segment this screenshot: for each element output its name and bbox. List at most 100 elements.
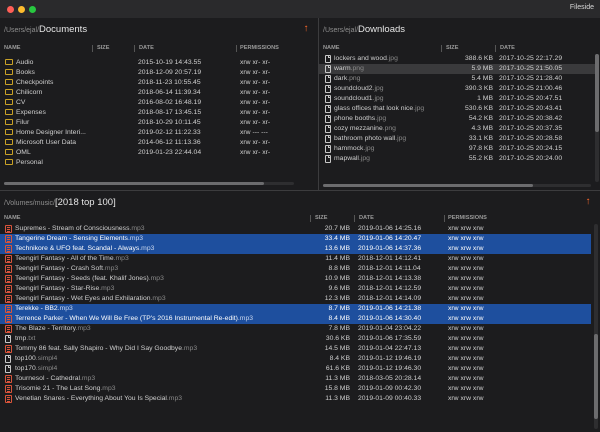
downloads-col-name[interactable]: NAME [323,45,339,51]
app-title: Fileside [569,4,594,11]
table-row[interactable]: bathroom photo wall.jpg 33.1 KB 2017-10-25… [319,134,595,144]
downloads-path-prefix[interactable]: /Users/ejal/ [323,27,358,34]
file-name: The Blaze - Territory.mp3 [15,325,307,332]
table-row[interactable]: top100.simpl4 8.4 KB 2019-01-12 19:46.19 xr… [0,354,591,364]
file-size: 530.6 KB [465,105,493,112]
table-row[interactable]: top170.simpl4 61.6 KB 2019-01-12 19:46.30 x… [0,364,591,374]
table-row[interactable]: Teengirl Fantasy - Wet Eyes and Exhilara… [0,294,591,304]
file-extension: .png [350,65,364,72]
music-path-prefix[interactable]: /Volumes/music/ [4,200,55,207]
file-extension: .mp3 [127,235,144,242]
file-base-name: warm [334,65,351,72]
file-date: 2018-06-14 11:39.34 [138,89,201,96]
folder-icon [5,109,13,115]
table-row[interactable]: Supremes - Stream of Consciousness.mp3 20… [0,224,591,234]
downloads-hscrollbar[interactable] [323,184,591,187]
file-date: 2018-03-05 20:28.14 [358,375,422,382]
table-row[interactable]: OML 2019-01-23 22:44.04 xrw xr- xr- [0,148,318,158]
file-name: Filur [16,119,30,126]
music-col-size[interactable]: SIZE [315,215,327,221]
table-row[interactable]: Checkpoints 2018-11-23 10:55.45 xrw xr- xr… [0,78,318,88]
music-vscrollbar[interactable] [594,224,598,429]
music-path-current[interactable]: [2018 top 100] [55,197,116,208]
documents-col-date[interactable]: DATE [139,45,154,51]
music-file-icon [5,305,12,313]
table-row[interactable]: mapwall.jpg 55.2 KB 2017-10-25 20:24.00 [319,154,595,164]
downloads-vscrollbar[interactable] [595,54,599,182]
documents-col-size[interactable]: SIZE [97,45,109,51]
file-date: 2018-12-01 14:14.09 [358,295,422,302]
file-extension: .mp3 [166,395,183,402]
table-row[interactable]: Tangerine Dream - Sensing Elements.mp3 33… [0,234,591,244]
music-file-icon [5,225,12,233]
file-base-name: top170 [15,365,36,372]
close-window-button[interactable] [7,6,14,13]
table-row[interactable]: Teengirl Fantasy - All of the Time.mp3 11… [0,254,591,264]
table-row[interactable]: Venetian Snares - Everything About You I… [0,394,591,404]
table-row[interactable]: Chilicorn 2018-06-14 11:39.34 xrw xr- xr- [0,88,318,98]
table-row[interactable]: Teengirl Fantasy - Star-Rise.mp3 9.6 MB 20… [0,284,591,294]
table-row[interactable]: Tommy 86 feat. Sally Shapiro - Why Did I… [0,344,591,354]
image-file-icon [325,65,331,73]
file-name: hammock.jpg [334,145,440,152]
file-size: 388.6 KB [465,55,493,62]
file-permissions: xrw xrw xrw [448,315,484,322]
minimize-window-button[interactable] [18,6,25,13]
table-row[interactable]: Trisomie 21 - The Last Song.mp3 15.8 MB 20… [0,384,591,394]
table-row[interactable]: phone booths.jpg 54.2 KB 2017-10-25 20:38.… [319,114,595,124]
file-date: 2017-10-25 21:28.40 [499,75,563,82]
table-row[interactable]: tmp.txt 30.6 KB 2019-01-06 17:35.59 xrw xrw… [0,334,591,344]
table-row[interactable]: cozy mezzanine.png 4.3 MB 2017-10-25 20:37… [319,124,595,134]
music-col-perms[interactable]: PERMISSIONS [448,215,487,221]
table-row[interactable]: soundcloud1.jpg 1 MB 2017-10-25 20:47.51 [319,94,595,104]
table-row[interactable]: Books 2018-12-09 20:57.19 xrw xr- xr- [0,68,318,78]
file-size: 11.3 MB [325,375,350,382]
table-row[interactable]: Audio 2015-10-19 14:43.55 xrw xr- xr- [0,58,318,68]
table-row[interactable]: lockers and wood.jpg 388.6 KB 2017-10-25 2… [319,54,595,64]
table-row[interactable]: Tournesol - Cathedral.mp3 11.3 MB 2018-03-… [0,374,591,384]
downloads-col-date[interactable]: DATE [500,45,515,51]
table-row[interactable]: glass offices that look nice.jpg 530.6 KB… [319,104,595,114]
table-row[interactable]: Teengirl Fantasy - Crash Soft.mp3 8.8 MB 2… [0,264,591,274]
table-row[interactable]: warm.png 5.9 MB 2017-10-25 21:50.05 [319,64,595,74]
documents-path-prefix[interactable]: /Users/ejal/ [4,27,39,34]
file-extension: .mp3 [99,285,115,292]
music-file-icon [5,375,12,383]
table-row[interactable]: Filur 2018-10-29 10:11.45 xrw xr- xr- [0,118,318,128]
documents-hscrollbar[interactable] [4,182,294,185]
downloads-list: lockers and wood.jpg 388.6 KB 2017-10-25 2… [319,54,595,164]
file-size: 54.2 KB [468,115,493,122]
table-row[interactable]: dark.png 5.4 MB 2017-10-25 21:28.40 [319,74,595,84]
documents-list: Audio 2015-10-19 14:43.55 xrw xr- xr- Books… [0,58,318,168]
table-row[interactable]: soundcloud2.jpg 390.3 KB 2017-10-25 21:00.… [319,84,595,94]
music-up-arrow-icon[interactable]: ↑ [583,197,593,207]
file-base-name: phone booths [334,115,376,122]
table-row[interactable]: Terekke - BB2.mp3 8.7 MB 2019-01-06 14:21.… [0,304,591,314]
downloads-col-size[interactable]: SIZE [446,45,458,51]
image-file-icon [325,95,331,103]
file-extension: .png [382,125,396,132]
table-row[interactable]: hammock.jpg 97.8 KB 2017-10-25 20:24.15 [319,144,595,154]
documents-col-perms[interactable]: PERMISSIONS [240,45,279,51]
documents-up-arrow-icon[interactable]: ↑ [301,24,311,34]
table-row[interactable]: Microsoft User Data 2014-06-12 11:13.36 xr… [0,138,318,148]
table-row[interactable]: Personal [0,158,318,168]
table-row[interactable]: Technikore & UFO feat. Scandal - Always.… [0,244,591,254]
table-row[interactable]: Home Designer Interi... 2019-02-12 11:22.… [0,128,318,138]
documents-col-name[interactable]: NAME [4,45,20,51]
documents-path-current[interactable]: Documents [39,24,87,35]
file-date: 2018-12-01 14:11.04 [358,265,421,272]
music-col-date[interactable]: DATE [359,215,374,221]
file-base-name: cozy mezzanine [334,125,383,132]
table-row[interactable]: The Blaze - Territory.mp3 7.8 MB 2019-01-0… [0,324,591,334]
music-col-name[interactable]: NAME [4,215,20,221]
table-row[interactable]: Expenses 2018-08-17 13:45.15 xrw xr- xr- [0,108,318,118]
zoom-window-button[interactable] [29,6,36,13]
downloads-path-current[interactable]: Downloads [358,24,405,35]
file-extension: .mp3 [150,295,166,302]
file-base-name: Tangerine Dream - Sensing Elements [15,235,128,242]
file-extension: .mp3 [57,305,73,312]
table-row[interactable]: CV 2016-08-02 16:48.19 xrw xr- xr- [0,98,318,108]
table-row[interactable]: Teengirl Fantasy - Seeds (feat. Khalif J… [0,274,591,284]
table-row[interactable]: Terrence Parker - When We Will Be Free (… [0,314,591,324]
